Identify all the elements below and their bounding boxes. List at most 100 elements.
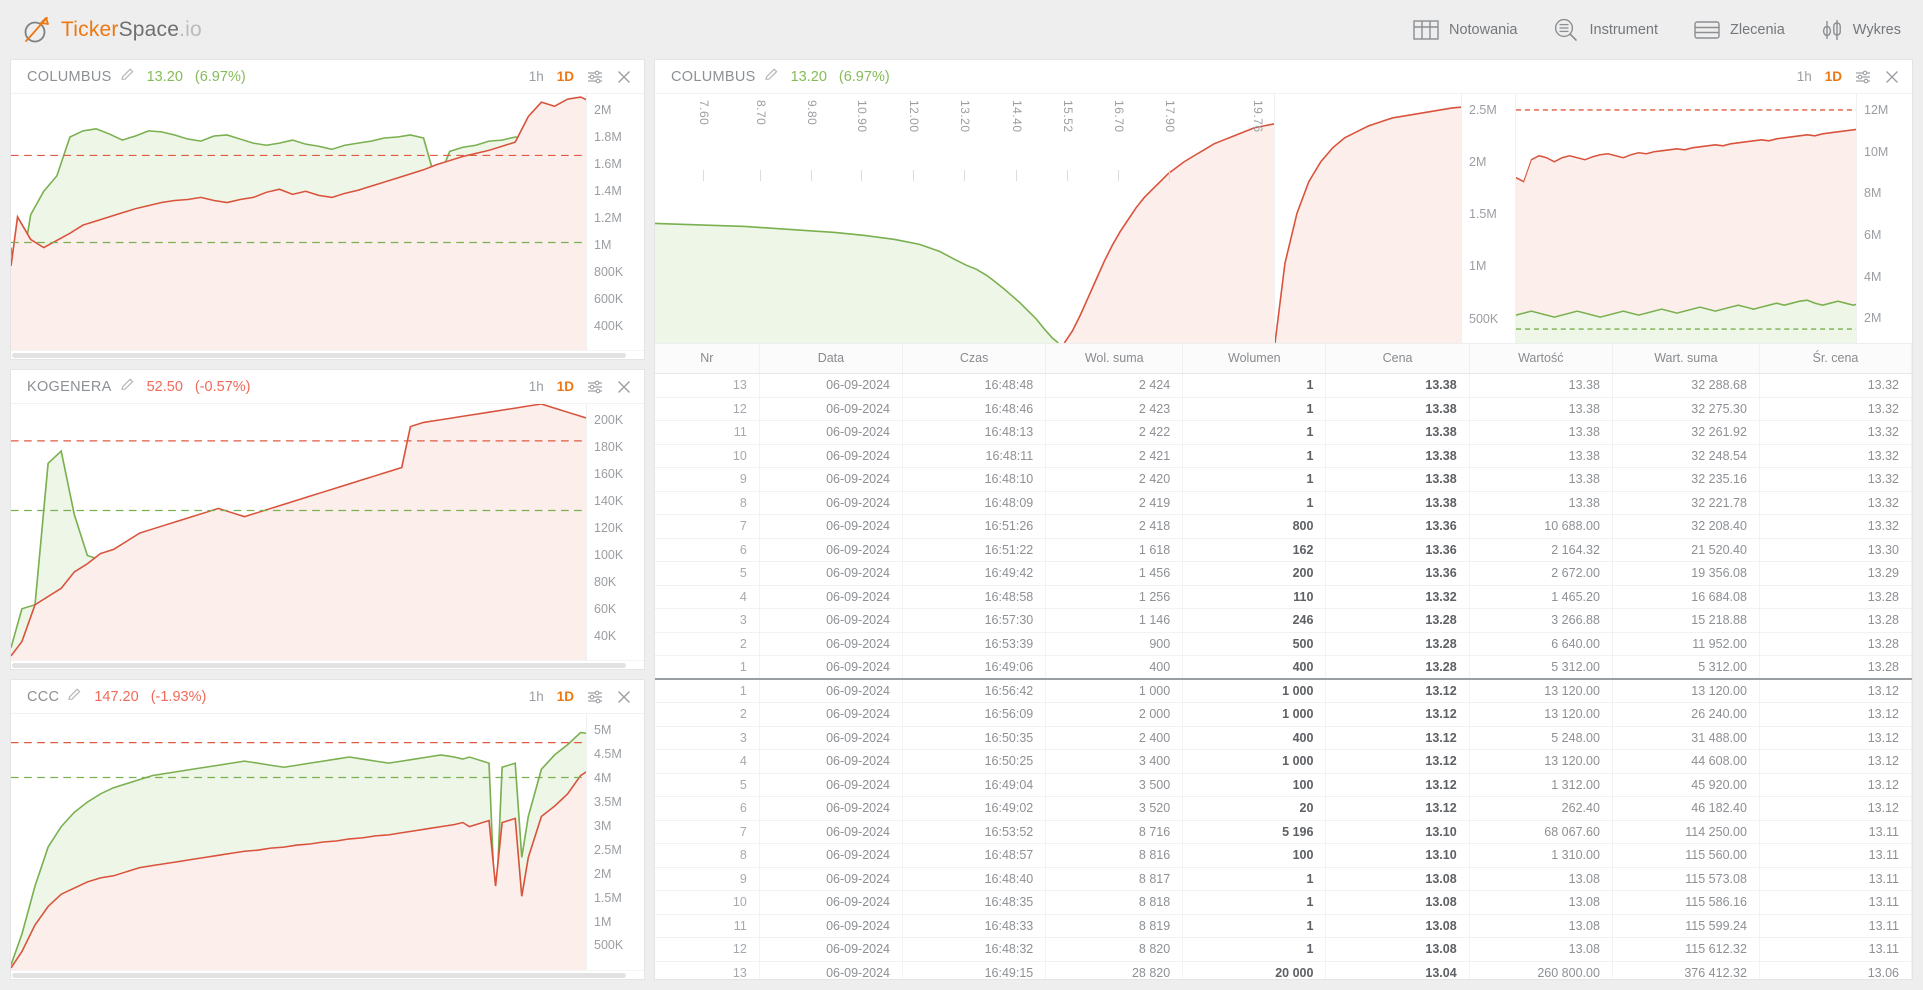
cell-wolumen: 1 [1182, 890, 1327, 915]
table-row[interactable]: 11 06-09-2024 16:48:33 8 819 1 13.08 13.08 115 … [655, 914, 1912, 938]
edit-pencil-icon[interactable] [120, 67, 135, 87]
chart-columbus-depth[interactable]: 7.60 8.70 9.80 10.90 12.00 13.20 14.40 1… [655, 94, 1275, 343]
cell-cena: 13.08 [1325, 914, 1470, 938]
cell-sr-cena: 13.32 [1759, 420, 1912, 445]
table-row[interactable]: 7 06-09-2024 16:53:52 8 716 5 196 13.10 68 067… [655, 820, 1912, 844]
cell-wartosc: 262.40 [1469, 796, 1613, 821]
nav-item-wykres[interactable]: Wykres [1821, 18, 1901, 42]
table-row[interactable]: 1 06-09-2024 16:49:06 400 400 13.28 5 312.00 5 … [655, 655, 1912, 680]
table-row[interactable]: 6 06-09-2024 16:51:22 1 618 162 13.36 2 164.32… [655, 538, 1912, 562]
table-row[interactable]: 5 06-09-2024 16:49:42 1 456 200 13.36 2 672.00… [655, 561, 1912, 586]
cell-data: 06-09-2024 [759, 491, 904, 515]
cell-wol-suma: 400 [1045, 655, 1184, 680]
cell-nr: 4 [655, 585, 760, 609]
timeframe-1h[interactable]: 1h [529, 689, 544, 704]
cell-data: 06-09-2024 [759, 585, 904, 609]
cell-wol-suma: 2 000 [1045, 702, 1184, 727]
col-wart-suma[interactable]: Wart. suma [1612, 344, 1760, 374]
scrollbar-thumb[interactable] [12, 353, 626, 358]
table-row[interactable]: 4 06-09-2024 16:48:58 1 256 110 13.32 1 465.20… [655, 585, 1912, 609]
cell-wartosc: 13.38 [1469, 467, 1613, 492]
table-row[interactable]: 12 06-09-2024 16:48:46 2 423 1 13.38 13.38 32 2… [655, 397, 1912, 421]
cell-czas: 16:48:10 [902, 467, 1047, 492]
table-row[interactable]: 11 06-09-2024 16:48:13 2 422 1 13.38 13.38 32 2… [655, 420, 1912, 445]
col-wol-suma[interactable]: Wol. suma [1045, 344, 1184, 374]
table-row[interactable]: 4 06-09-2024 16:50:25 3 400 1 000 13.12 13 120… [655, 749, 1912, 774]
table-row[interactable]: 5 06-09-2024 16:49:04 3 500 100 13.12 1 312.00… [655, 773, 1912, 797]
table-row[interactable]: 8 06-09-2024 16:48:09 2 419 1 13.38 13.38 32 22… [655, 491, 1912, 515]
table-row[interactable]: 10 06-09-2024 16:48:35 8 818 1 13.08 13.08 115 … [655, 890, 1912, 915]
nav-item-instrument[interactable]: Instrument [1553, 18, 1658, 42]
table-row[interactable]: 8 06-09-2024 16:48:57 8 816 100 13.10 1 310.00… [655, 843, 1912, 868]
timeframe-1d[interactable]: 1D [557, 379, 574, 394]
settings-sliders-icon[interactable] [587, 379, 603, 395]
timeframe-1h[interactable]: 1h [1797, 69, 1812, 84]
edit-pencil-icon[interactable] [764, 67, 779, 87]
timeframe-1d[interactable]: 1D [557, 689, 574, 704]
table-row[interactable]: 2 06-09-2024 16:53:39 900 500 13.28 6 640.00 11… [655, 632, 1912, 656]
close-icon[interactable] [616, 69, 632, 85]
table-row[interactable]: 3 06-09-2024 16:57:30 1 146 246 13.28 3 266.88… [655, 608, 1912, 633]
chart-kogenera[interactable]: 200K 180K 160K 140K 120K 100K 80K 60K 40… [11, 404, 644, 660]
col-nr[interactable]: Nr [655, 344, 760, 374]
horizontal-scrollbar[interactable] [11, 660, 644, 669]
cell-wart-suma: 46 182.40 [1612, 796, 1760, 821]
table-row[interactable]: 13 06-09-2024 16:48:48 2 424 1 13.38 13.38 32 2… [655, 373, 1912, 398]
chart-ccc[interactable]: 5M 4.5M 4M 3.5M 3M 2.5M 2M 1.5M 1M 500K [11, 714, 644, 970]
close-icon[interactable] [616, 689, 632, 705]
y-axis-ccc: 5M 4.5M 4M 3.5M 3M 2.5M 2M 1.5M 1M 500K [586, 714, 644, 970]
nav-label-zlecenia: Zlecenia [1729, 21, 1785, 38]
scrollbar-thumb[interactable] [12, 663, 626, 668]
nav-item-zlecenia[interactable]: Zlecenia [1694, 19, 1785, 41]
table-row[interactable]: 6 06-09-2024 16:49:02 3 520 20 13.12 262.40 46 … [655, 796, 1912, 821]
timeframe-1d[interactable]: 1D [557, 69, 574, 84]
panel-header-ccc: CCC 147.20 (-1.93%) 1h 1D [11, 680, 644, 714]
chart-columbus-small[interactable]: 2M 1.8M 1.6M 1.4M 1.2M 1M 800K 600K 400K [11, 94, 644, 350]
close-icon[interactable] [1884, 69, 1900, 85]
edit-pencil-icon[interactable] [120, 377, 135, 397]
timeframe-1h[interactable]: 1h [529, 69, 544, 84]
table-row[interactable]: 2 06-09-2024 16:56:09 2 000 1 000 13.12 13 120… [655, 702, 1912, 727]
edit-pencil-icon[interactable] [67, 687, 82, 707]
table-row[interactable]: 13 06-09-2024 16:49:15 28 820 20 000 13.04 260… [655, 961, 1912, 979]
brand-logo-area[interactable]: TickerSpace.io [22, 15, 202, 45]
horizontal-scrollbar[interactable] [11, 970, 644, 979]
timeframe-1d[interactable]: 1D [1825, 69, 1842, 84]
col-data[interactable]: Data [759, 344, 904, 374]
table-row[interactable]: 12 06-09-2024 16:48:32 8 820 1 13.08 13.08 115 … [655, 937, 1912, 962]
cell-wart-suma: 19 356.08 [1612, 561, 1760, 586]
chart-columbus-mid[interactable]: 2.5M 2M 1.5M 1M 500K [1275, 94, 1516, 343]
settings-sliders-icon[interactable] [1855, 69, 1871, 85]
timeframe-1h[interactable]: 1h [529, 379, 544, 394]
nav-item-notowania[interactable]: Notowania [1413, 19, 1517, 41]
horizontal-scrollbar[interactable] [11, 350, 644, 359]
cell-wart-suma: 11 952.00 [1612, 632, 1760, 656]
y-tick: 400K [594, 318, 624, 333]
table-row[interactable]: 9 06-09-2024 16:48:10 2 420 1 13.38 13.38 32 23… [655, 467, 1912, 492]
transactions-table-wrapper[interactable]: Nr Data Czas Wol. suma Wolumen Cena Wart… [655, 344, 1912, 979]
col-wolumen[interactable]: Wolumen [1182, 344, 1327, 374]
cell-wolumen: 1 000 [1182, 679, 1327, 703]
col-sr-cena[interactable]: Śr. cena [1759, 344, 1912, 374]
cell-wolumen: 110 [1182, 585, 1327, 609]
table-row[interactable]: 10 06-09-2024 16:48:11 2 421 1 13.38 13.38 32 2… [655, 444, 1912, 468]
table-row[interactable]: 7 06-09-2024 16:51:26 2 418 800 13.36 10 688.0… [655, 514, 1912, 539]
price-value: 13.20 [146, 68, 183, 85]
chart-columbus-cumulative[interactable]: 12M 10M 8M 6M 4M 2M [1516, 94, 1912, 343]
col-cena[interactable]: Cena [1325, 344, 1470, 374]
close-icon[interactable] [616, 379, 632, 395]
cell-czas: 16:51:22 [902, 538, 1047, 562]
table-row[interactable]: 3 06-09-2024 16:50:35 2 400 400 13.12 5 248.00… [655, 726, 1912, 750]
cell-wart-suma: 115 586.16 [1612, 890, 1760, 915]
cell-sr-cena: 13.12 [1759, 773, 1912, 797]
col-wartosc[interactable]: Wartość [1469, 344, 1613, 374]
cell-cena: 13.38 [1325, 444, 1470, 468]
table-row[interactable]: 9 06-09-2024 16:48:40 8 817 1 13.08 13.08 115 5… [655, 867, 1912, 891]
cell-wart-suma: 32 248.54 [1612, 444, 1760, 468]
y-tick: 1.6M [594, 156, 622, 171]
table-row[interactable]: 1 06-09-2024 16:56:42 1 000 1 000 13.12 13 120… [655, 679, 1912, 703]
settings-sliders-icon[interactable] [587, 689, 603, 705]
settings-sliders-icon[interactable] [587, 69, 603, 85]
scrollbar-thumb[interactable] [12, 973, 626, 978]
col-czas[interactable]: Czas [902, 344, 1047, 374]
